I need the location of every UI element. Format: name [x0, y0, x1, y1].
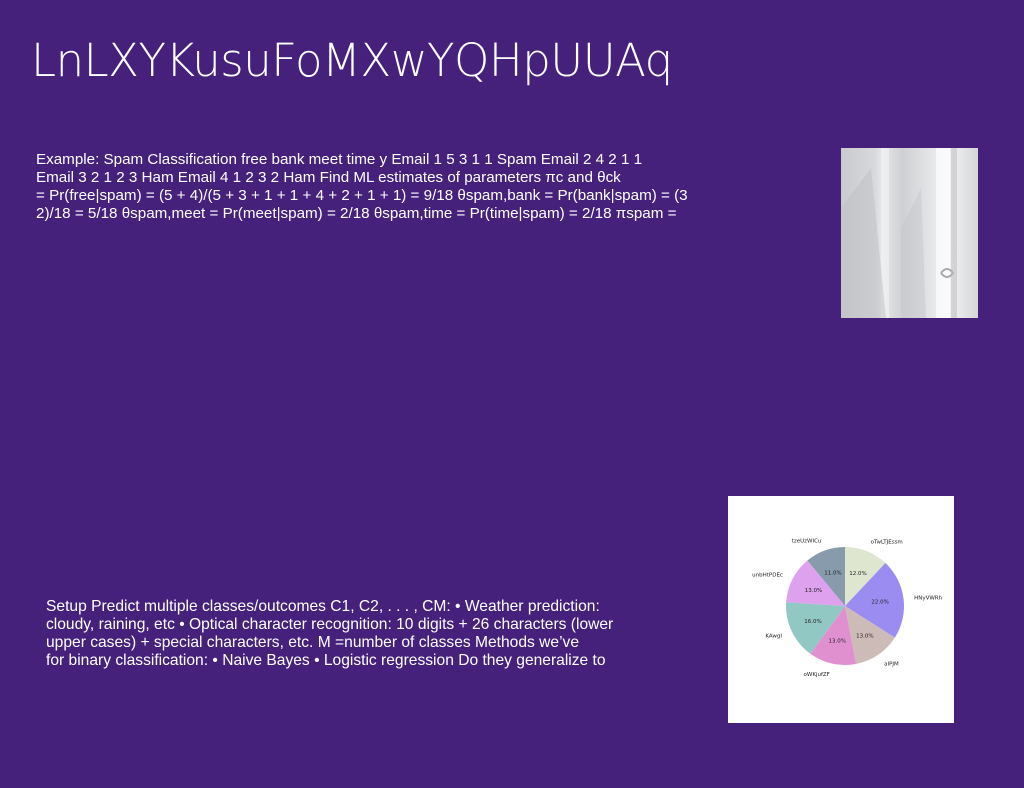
- slide-title: LnLXYKusuFoMXwYQHpUUAq: [31, 34, 673, 87]
- slice-category-label: tzeUzWICu: [792, 538, 822, 544]
- slice-percent-label: 13.0%: [805, 588, 822, 594]
- slice-category-label: KAwgI: [765, 634, 782, 640]
- photo-graphic: [841, 148, 957, 318]
- slice-category-label: unbHtPDEc: [752, 572, 783, 578]
- setup-paragraph: Setup Predict multiple classes/outcomes …: [46, 598, 614, 669]
- slice-percent-label: 16.0%: [804, 619, 821, 625]
- pie-chart: 12.0% oTwLTJEssm 22.0% HNyVWRh 13.0% aIPJM 13.…: [752, 538, 943, 678]
- slice-percent-label: 12.0%: [849, 571, 866, 577]
- slice-category-label: oTwLTJEssm: [871, 539, 903, 545]
- slice-category-label: HNyVWRh: [914, 595, 943, 601]
- slice-percent-label: 11.0%: [824, 571, 841, 577]
- slice-percent-label: 22.0%: [871, 600, 888, 606]
- slice-percent-label: 13.0%: [856, 633, 873, 639]
- slice-category-label: aIPJM: [884, 662, 899, 668]
- pie-chart-container: 12.0% oTwLTJEssm 22.0% HNyVWRh 13.0% aIPJM 13.…: [728, 496, 954, 723]
- example-paragraph: Example: Spam Classification free bank m…: [36, 151, 688, 222]
- slice-percent-label: 13.0%: [829, 639, 846, 645]
- slice-category-label: oWKjufZF: [804, 672, 830, 678]
- slide-photo: [841, 148, 978, 318]
